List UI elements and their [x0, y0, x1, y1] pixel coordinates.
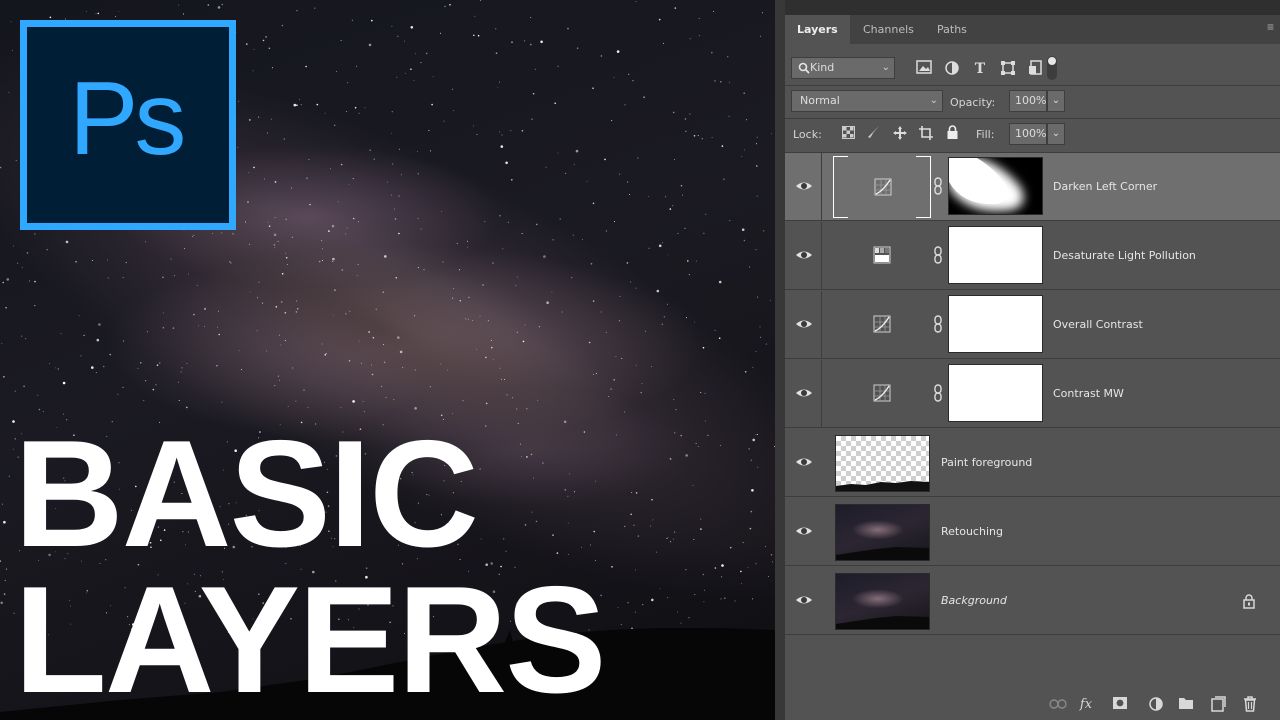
link-layers-icon[interactable]	[1049, 696, 1067, 714]
lock-image-icon[interactable]	[865, 125, 883, 143]
lock-transparent-icon[interactable]	[839, 125, 857, 143]
hue-saturation-icon	[873, 246, 891, 264]
layers-panel: Layers Channels Paths ≡ Kind ⌄ T Normal …	[775, 0, 1280, 720]
layer-row-desaturate-light-pollution[interactable]: Desaturate Light Pollution	[785, 222, 1280, 290]
hero-title-line1: BASIC	[14, 409, 479, 579]
delete-layer-icon[interactable]	[1241, 696, 1259, 714]
curves-icon	[873, 384, 891, 402]
visibility-eye-icon[interactable]	[795, 246, 813, 264]
photoshop-logo-text: Ps	[69, 61, 186, 177]
hero-image: Ps BASIC LAYERS	[0, 0, 775, 720]
opacity-label: Opacity:	[950, 96, 996, 109]
layer-mask-thumb[interactable]	[948, 295, 1043, 353]
lock-artboard-icon[interactable]	[917, 125, 935, 143]
panel-bottom-bar: fx	[785, 690, 1280, 720]
visibility-eye-icon[interactable]	[795, 453, 813, 471]
visibility-eye-icon[interactable]	[795, 384, 813, 402]
layer-thumbnail[interactable]	[835, 504, 930, 561]
chevron-down-icon: ⌄	[929, 95, 938, 106]
hue-saturation-adjustment-thumb[interactable]	[833, 225, 931, 287]
mask-link-icon[interactable]	[933, 246, 943, 264]
new-group-icon[interactable]	[1177, 696, 1195, 714]
layer-name[interactable]: Overall Contrast	[1053, 318, 1143, 331]
lock-label: Lock:	[793, 128, 822, 141]
layer-row-retouching[interactable]: Retouching	[785, 498, 1280, 566]
layer-thumbnail[interactable]	[835, 573, 930, 630]
layer-row-darken-left-corner[interactable]: Darken Left Corner	[785, 153, 1280, 221]
pixel-filter-icon[interactable]	[915, 60, 933, 78]
fx-icon[interactable]: fx	[1077, 696, 1095, 714]
fill-field[interactable]: 100%	[1009, 123, 1047, 145]
fill-chevron-icon[interactable]: ⌄	[1047, 123, 1065, 145]
layer-name[interactable]: Darken Left Corner	[1053, 180, 1157, 193]
layer-thumbnail[interactable]	[835, 435, 930, 492]
mask-link-icon[interactable]	[933, 384, 943, 402]
blend-mode-value: Normal	[800, 94, 840, 107]
opacity-chevron-icon[interactable]: ⌄	[1047, 90, 1065, 112]
layer-row-paint-foreground[interactable]: Paint foreground	[785, 429, 1280, 497]
curves-adjustment-thumb[interactable]	[833, 363, 931, 425]
hero-title-line2: LAYERS	[14, 555, 607, 720]
layer-row-overall-contrast[interactable]: Overall Contrast	[785, 291, 1280, 359]
visibility-eye-icon[interactable]	[795, 315, 813, 333]
opacity-field[interactable]: 100%	[1009, 90, 1047, 112]
layer-name[interactable]: Paint foreground	[941, 456, 1032, 469]
search-icon	[798, 62, 810, 74]
layer-mask-thumb[interactable]	[948, 364, 1043, 422]
layer-lock-icon[interactable]	[1242, 593, 1256, 609]
chevron-down-icon: ⌄	[881, 62, 890, 73]
mask-link-icon[interactable]	[933, 315, 943, 333]
tab-layers[interactable]: Layers	[785, 15, 850, 44]
layer-name[interactable]: Contrast MW	[1053, 387, 1124, 400]
curves-adjustment-thumb[interactable]	[833, 294, 931, 356]
smart-object-filter-icon[interactable]	[1027, 60, 1045, 78]
photoshop-logo: Ps	[20, 20, 236, 230]
type-filter-icon[interactable]: T	[971, 60, 989, 78]
lock-position-icon[interactable]	[891, 125, 909, 143]
curves-icon	[873, 315, 891, 333]
fill-label: Fill:	[976, 128, 995, 141]
tab-channels[interactable]: Channels	[851, 15, 926, 44]
filter-kind-dropdown[interactable]: Kind ⌄	[791, 57, 895, 79]
visibility-eye-icon[interactable]	[795, 591, 813, 609]
visibility-eye-icon[interactable]	[795, 522, 813, 540]
lock-all-icon[interactable]	[943, 125, 961, 143]
visibility-eye-icon[interactable]	[795, 177, 813, 195]
adjustment-filter-icon[interactable]	[943, 60, 961, 78]
layer-mask-thumb[interactable]	[948, 157, 1043, 215]
layer-row-contrast-mw[interactable]: Contrast MW	[785, 360, 1280, 428]
layer-row-background[interactable]: Background	[785, 567, 1280, 635]
filter-kind-label: Kind	[810, 61, 835, 74]
new-layer-icon[interactable]	[1209, 696, 1227, 714]
layer-mask-thumb[interactable]	[948, 226, 1043, 284]
filter-toggle[interactable]	[1047, 56, 1057, 80]
panel-menu-icon[interactable]: ≡	[1267, 20, 1274, 34]
mask-link-icon[interactable]	[933, 177, 943, 195]
layer-name[interactable]: Background	[941, 594, 1007, 607]
layer-name[interactable]: Retouching	[941, 525, 1003, 538]
tab-paths[interactable]: Paths	[925, 15, 979, 44]
add-mask-icon[interactable]	[1111, 696, 1129, 714]
layer-name[interactable]: Desaturate Light Pollution	[1053, 249, 1196, 262]
panel-tab-bar: Layers Channels Paths	[785, 0, 1280, 44]
blend-mode-dropdown[interactable]: Normal ⌄	[791, 90, 943, 112]
new-adjustment-icon[interactable]	[1147, 696, 1165, 714]
curves-adjustment-thumb[interactable]	[833, 155, 931, 219]
shape-filter-icon[interactable]	[999, 60, 1017, 78]
curves-icon	[874, 178, 892, 196]
